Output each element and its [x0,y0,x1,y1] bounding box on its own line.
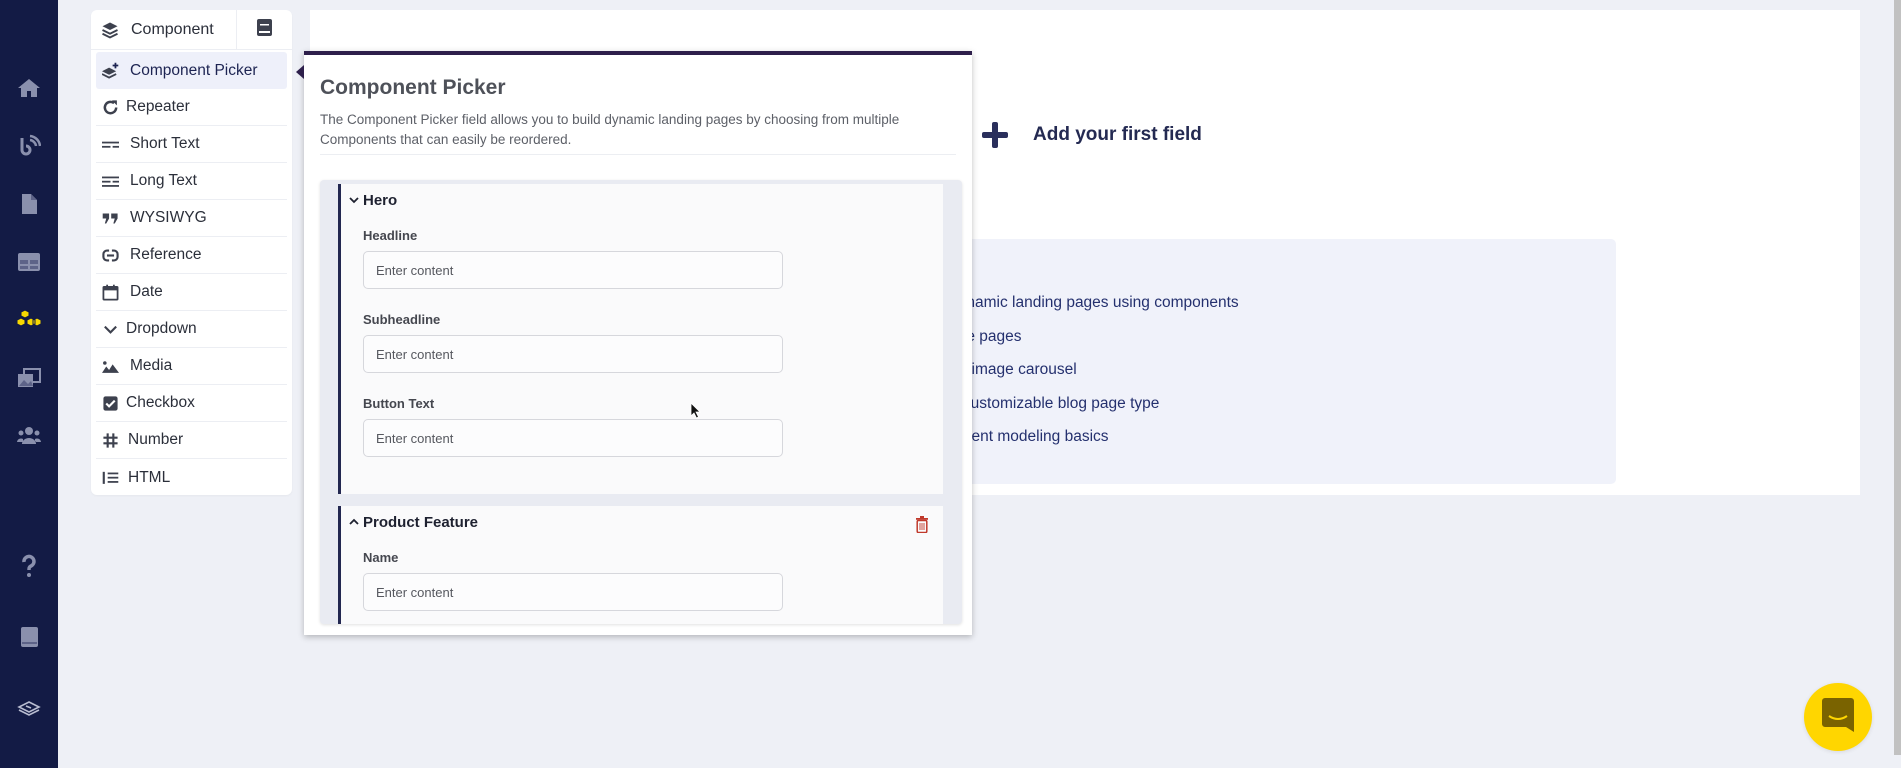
trash-icon[interactable] [915,516,929,538]
left-nav-sidebar [0,0,58,768]
calendar-icon [102,284,124,301]
menu-item-label: Short Text [130,135,200,152]
menu-item-label: Number [128,431,184,448]
checkbox-icon [102,395,120,412]
help-link-item: an image carousel [950,361,1239,395]
block-toggle[interactable]: Hero [349,192,397,209]
menu-item-label: Repeater [126,98,190,115]
menu-item-checkbox[interactable]: Checkbox [96,385,287,422]
home-icon[interactable] [14,73,44,103]
headline-input[interactable] [363,251,783,289]
field-type-menu: Component Component Picker Repeater Shor… [91,10,292,495]
link-icon [102,247,124,264]
menu-item-date[interactable]: Date [96,274,287,311]
mouse-cursor-icon [690,402,702,424]
popover-title: Component Picker [320,76,506,99]
menu-item-label: Reference [130,246,202,263]
page-scrollbar[interactable] [1894,0,1901,755]
menu-item-dropdown[interactable]: Dropdown [96,311,287,348]
add-first-field-label: Add your first field [1033,124,1202,145]
chat-support-button[interactable] [1804,683,1872,751]
menu-item-label: HTML [128,468,171,486]
chevron-down-icon [349,195,359,207]
help-link[interactable]: dynamic landing pages using components [950,294,1239,311]
name-input[interactable] [363,573,783,611]
menu-item-media[interactable]: Media [96,348,287,385]
menu-item-number[interactable]: Number [96,422,287,459]
short-text-icon [102,136,124,153]
block-toggle[interactable]: Product Feature [349,514,478,531]
chevron-up-icon [349,517,359,529]
popover-description: The Component Picker field allows you to… [320,112,900,147]
list-icon [102,469,122,486]
chevron-down-icon [102,321,120,338]
add-first-field-button[interactable]: Add your first field [982,122,1202,148]
component-picker-preview-popover: Component Picker The Component Picker fi… [296,51,972,635]
menu-item-label: Component Picker [130,61,258,79]
menu-item-html[interactable]: HTML [96,459,287,496]
repeat-icon [102,99,120,116]
component-block-hero: Hero Headline Subheadline Button Text [338,184,943,494]
component-header-label: Component [131,20,214,38]
quote-icon [102,210,124,227]
menu-header: Component [91,10,292,50]
book-icon [257,18,272,41]
preview-area: Hero Headline Subheadline Button Text Pr… [320,180,962,624]
plus-icon [982,122,1008,148]
media-gallery-icon[interactable] [14,363,44,393]
help-link-item: rize pages [950,328,1239,362]
help-links-box: dynamic landing pages using components r… [950,239,1616,484]
question-icon[interactable] [14,551,44,581]
field-label: Button Text [363,396,435,411]
popover-divider [320,154,956,155]
menu-item-label: Date [130,283,163,300]
subheadline-input[interactable] [363,335,783,373]
block-title: Product Feature [363,514,479,531]
menu-item-short-text[interactable]: Short Text [96,126,287,163]
layers-plus-icon [102,62,124,79]
field-label: Name [363,550,399,565]
blog-feed-icon[interactable] [14,131,44,161]
help-link-item: a customizable blog page type [950,395,1239,429]
menu-item-long-text[interactable]: Long Text [96,163,287,200]
hash-icon [102,432,122,449]
menu-item-label: Long Text [130,172,197,189]
long-text-icon [102,173,124,190]
document-icon[interactable] [14,189,44,219]
users-icon[interactable] [14,421,44,451]
table-icon[interactable] [14,247,44,277]
docs-book-button[interactable] [237,18,292,41]
menu-item-component-picker[interactable]: Component Picker [96,52,287,89]
button-text-input[interactable] [363,419,783,457]
menu-item-label: WYSIWYG [130,209,207,226]
menu-item-wysiwyg[interactable]: WYSIWYG [96,200,287,237]
layers-logo-icon[interactable] [14,694,44,724]
menu-item-repeater[interactable]: Repeater [96,89,287,126]
help-link[interactable]: a customizable blog page type [950,395,1159,412]
book-icon[interactable] [14,622,44,652]
block-title: Hero [363,192,398,209]
component-block-product-feature: Product Feature Name [338,506,943,624]
image-icon [102,358,124,375]
menu-item-reference[interactable]: Reference [96,237,287,274]
field-label: Subheadline [363,312,441,327]
chat-icon [1822,697,1854,737]
menu-item-label: Dropdown [126,320,197,337]
layers-icon [101,21,123,39]
popover-arrow [296,65,304,79]
component-header[interactable]: Component [91,10,237,49]
menu-item-label: Checkbox [126,394,195,411]
components-cubes-icon[interactable] [14,305,44,335]
help-link-item: dynamic landing pages using components [950,294,1239,328]
help-link[interactable]: ontent modeling basics [950,428,1109,445]
help-link-item: ontent modeling basics [950,428,1239,462]
field-label: Headline [363,228,418,243]
menu-item-label: Media [130,357,173,374]
